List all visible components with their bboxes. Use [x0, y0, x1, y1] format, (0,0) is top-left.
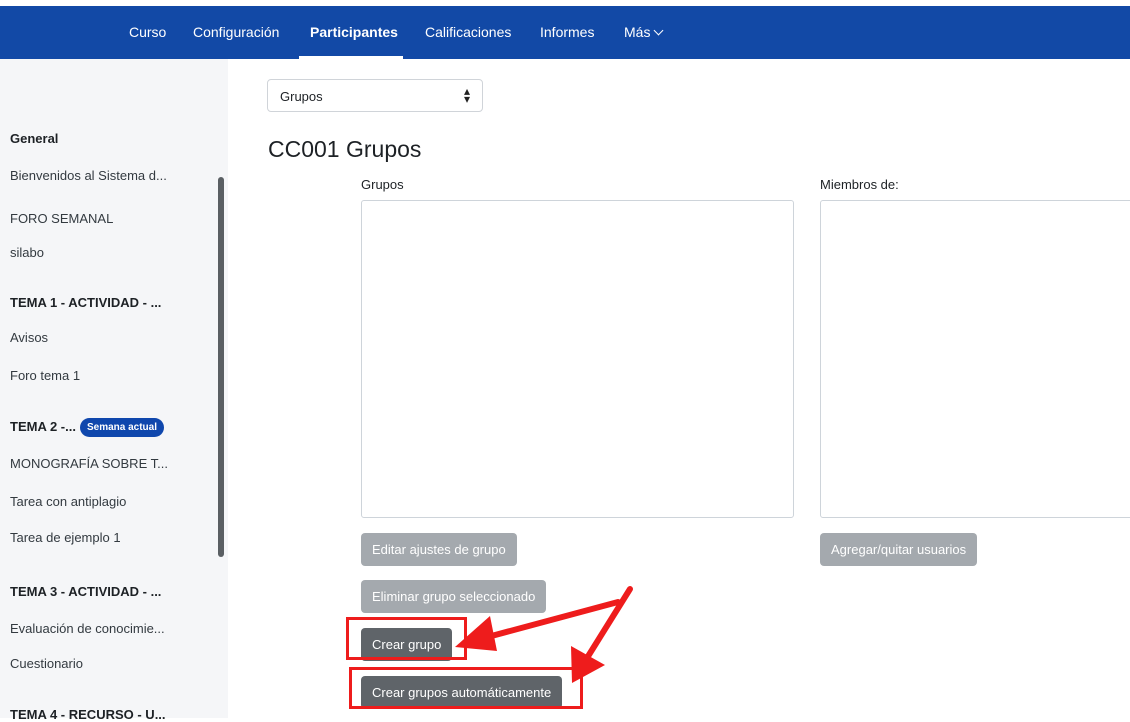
arrow-to-auto-create: [571, 586, 633, 683]
annotation-arrows: [455, 586, 633, 683]
